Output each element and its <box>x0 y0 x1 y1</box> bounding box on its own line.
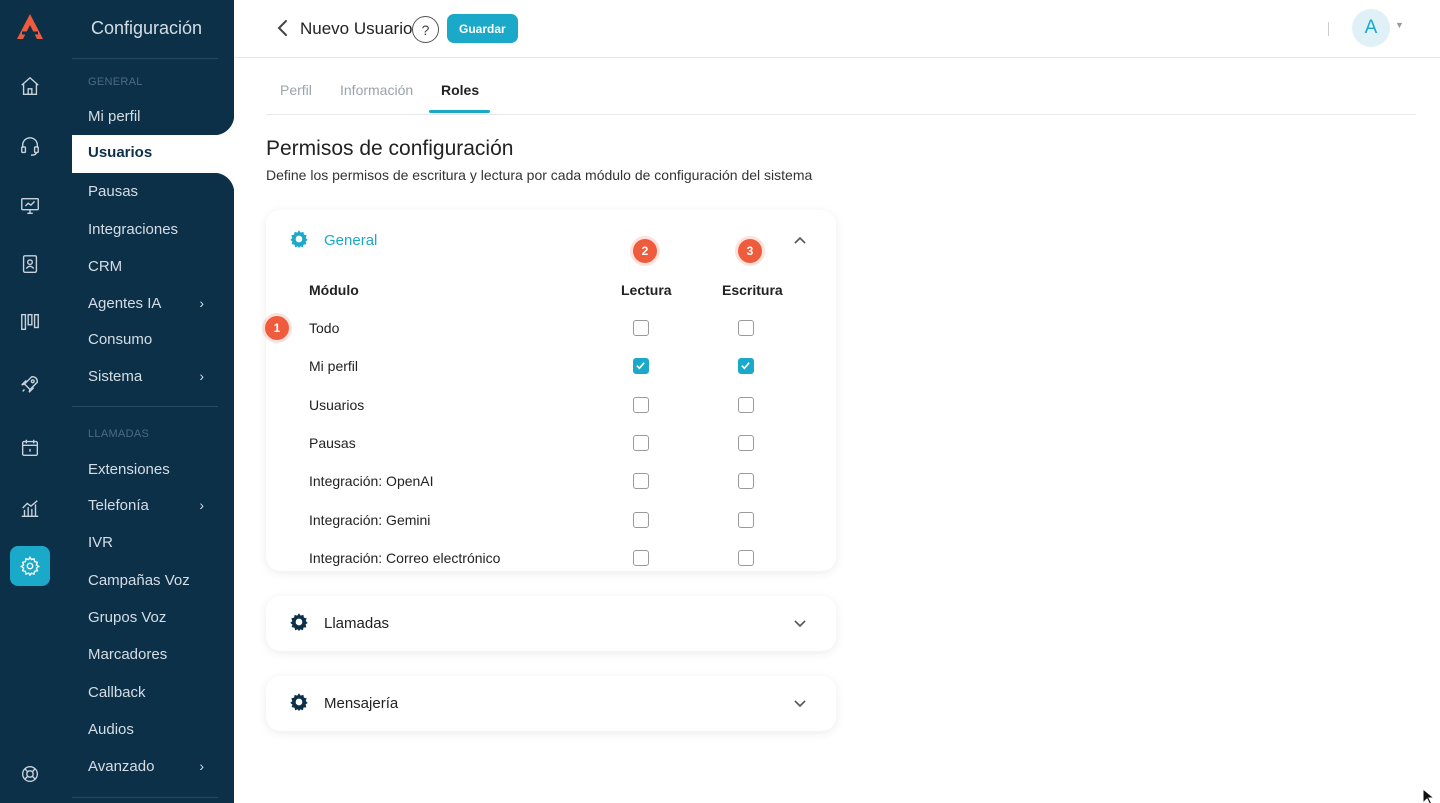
write-checkbox[interactable] <box>738 473 754 489</box>
caret-down-icon[interactable]: ▼ <box>1395 20 1404 30</box>
tab-roles[interactable]: Roles <box>441 82 479 98</box>
lifebuoy-icon[interactable] <box>10 754 50 794</box>
sidebar-item-agentes-ia[interactable]: Agentes IA › <box>88 292 208 314</box>
write-checkbox[interactable] <box>738 435 754 451</box>
sidebar-item-integraciones[interactable]: Integraciones <box>88 218 208 240</box>
column-header-write: Escritura <box>722 282 783 298</box>
top-bar: Nuevo Usuario ? Guardar A ▼ <box>234 0 1440 58</box>
group-header-llamadas[interactable]: Llamadas <box>266 596 836 651</box>
read-checkbox[interactable] <box>633 473 649 489</box>
sidebar-item-campanas-voz[interactable]: Campañas Voz <box>88 569 208 591</box>
contacts-book-icon[interactable] <box>10 244 50 284</box>
chevron-right-icon: › <box>199 497 204 513</box>
read-checkbox[interactable] <box>633 397 649 413</box>
section-title: Permisos de configuración <box>266 137 514 160</box>
chevron-up-icon[interactable] <box>792 232 808 248</box>
group-title: Mensajería <box>324 695 399 712</box>
chevron-down-icon[interactable] <box>792 615 808 631</box>
tab-informacion[interactable]: Información <box>340 82 413 98</box>
group-header-mensajeria[interactable]: Mensajería <box>266 676 836 731</box>
permissions-group-llamadas: Llamadas <box>266 596 836 651</box>
sidebar-item-grupos-voz[interactable]: Grupos Voz <box>88 606 208 628</box>
chevron-down-icon[interactable] <box>792 695 808 711</box>
sidebar-item-mi-perfil[interactable]: Mi perfil <box>88 105 208 127</box>
calendar-icon[interactable] <box>10 428 50 468</box>
checkmark-icon <box>741 362 750 370</box>
column-header-module: Módulo <box>309 282 359 298</box>
group-title: Llamadas <box>324 615 390 632</box>
kanban-icon[interactable] <box>10 302 50 342</box>
sidebar-title: Configuración <box>91 18 203 38</box>
sidebar-divider <box>72 797 218 798</box>
permission-row-label: Mi perfil <box>309 358 359 374</box>
permissions-group-general: General 2 3 Módulo Lectura Escritura Tod… <box>266 210 836 571</box>
gear-icon[interactable] <box>10 546 50 586</box>
sidebar-section-llamadas: LLAMADAS <box>88 428 150 440</box>
read-checkbox[interactable] <box>633 358 649 374</box>
header-divider <box>1328 22 1329 36</box>
back-arrow-icon[interactable] <box>274 17 292 39</box>
sidebar-item-ivr[interactable]: IVR <box>88 531 208 553</box>
save-button[interactable]: Guardar <box>447 14 518 43</box>
permission-row-label: Integración: OpenAI <box>309 473 434 489</box>
write-checkbox[interactable] <box>738 550 754 566</box>
column-header-read: Lectura <box>621 282 672 298</box>
mouse-pointer-icon <box>1422 788 1436 803</box>
active-tab-indicator <box>429 110 490 113</box>
bar-chart-icon[interactable] <box>10 488 50 528</box>
step-badge-3: 3 <box>738 239 762 263</box>
headset-icon[interactable] <box>10 126 50 166</box>
sidebar-item-sistema[interactable]: Sistema › <box>88 365 208 387</box>
rocket-icon[interactable] <box>10 364 50 404</box>
help-button[interactable]: ? <box>412 16 439 43</box>
permission-row-label: Todo <box>309 320 340 336</box>
sidebar-item-usuarios[interactable]: Usuarios <box>88 144 152 161</box>
chevron-right-icon: › <box>199 758 204 774</box>
permissions-group-mensajeria: Mensajería <box>266 676 836 731</box>
sidebar-item-extensiones[interactable]: Extensiones <box>88 458 208 480</box>
home-icon[interactable] <box>10 66 50 106</box>
icon-rail <box>0 0 60 803</box>
write-checkbox[interactable] <box>738 397 754 413</box>
write-checkbox[interactable] <box>738 512 754 528</box>
sidebar-item-telefonia[interactable]: Telefonía › <box>88 494 208 516</box>
chevron-right-icon: › <box>199 368 204 384</box>
sidebar-item-crm[interactable]: CRM <box>88 255 208 277</box>
section-description: Define los permisos de escritura y lectu… <box>266 167 813 183</box>
permission-row-label: Usuarios <box>309 397 365 413</box>
checkmark-icon <box>636 362 645 370</box>
page-title: Nuevo Usuario <box>300 19 413 38</box>
sidebar-item-audios[interactable]: Audios <box>88 718 208 740</box>
permission-row-label: Integración: Correo electrónico <box>309 550 501 566</box>
sidebar-item-avanzado[interactable]: Avanzado › <box>88 755 208 777</box>
sidebar-item-callback[interactable]: Callback <box>88 681 208 703</box>
gear-icon <box>290 613 308 632</box>
sidebar-item-marcadores[interactable]: Marcadores <box>88 643 208 665</box>
gear-icon <box>290 693 308 712</box>
avatar[interactable]: A <box>1352 9 1390 47</box>
step-badge-1: 1 <box>265 316 289 340</box>
tab-perfil[interactable]: Perfil <box>280 82 312 98</box>
sidebar-section-general: GENERAL <box>88 76 143 88</box>
step-badge-2: 2 <box>633 239 657 263</box>
group-title: General <box>324 232 378 249</box>
permission-row-label: Integración: Gemini <box>309 512 431 528</box>
read-checkbox[interactable] <box>633 512 649 528</box>
permission-row-label: Pausas <box>309 435 356 451</box>
sidebar-divider <box>72 58 218 59</box>
tab-bar: Perfil Información Roles <box>266 58 1416 115</box>
sidebar-item-consumo[interactable]: Consumo <box>88 328 208 350</box>
chevron-right-icon: › <box>199 295 204 311</box>
read-checkbox[interactable] <box>633 550 649 566</box>
sidebar-item-pausas[interactable]: Pausas <box>88 180 208 202</box>
settings-sidebar: Configuración GENERAL Mi perfil Usuarios… <box>60 0 234 803</box>
gear-icon <box>290 230 308 249</box>
app-logo[interactable] <box>14 12 46 42</box>
write-checkbox[interactable] <box>738 320 754 336</box>
read-checkbox[interactable] <box>633 320 649 336</box>
read-checkbox[interactable] <box>633 435 649 451</box>
write-checkbox[interactable] <box>738 358 754 374</box>
monitor-icon[interactable] <box>10 186 50 226</box>
sidebar-divider <box>72 406 218 407</box>
